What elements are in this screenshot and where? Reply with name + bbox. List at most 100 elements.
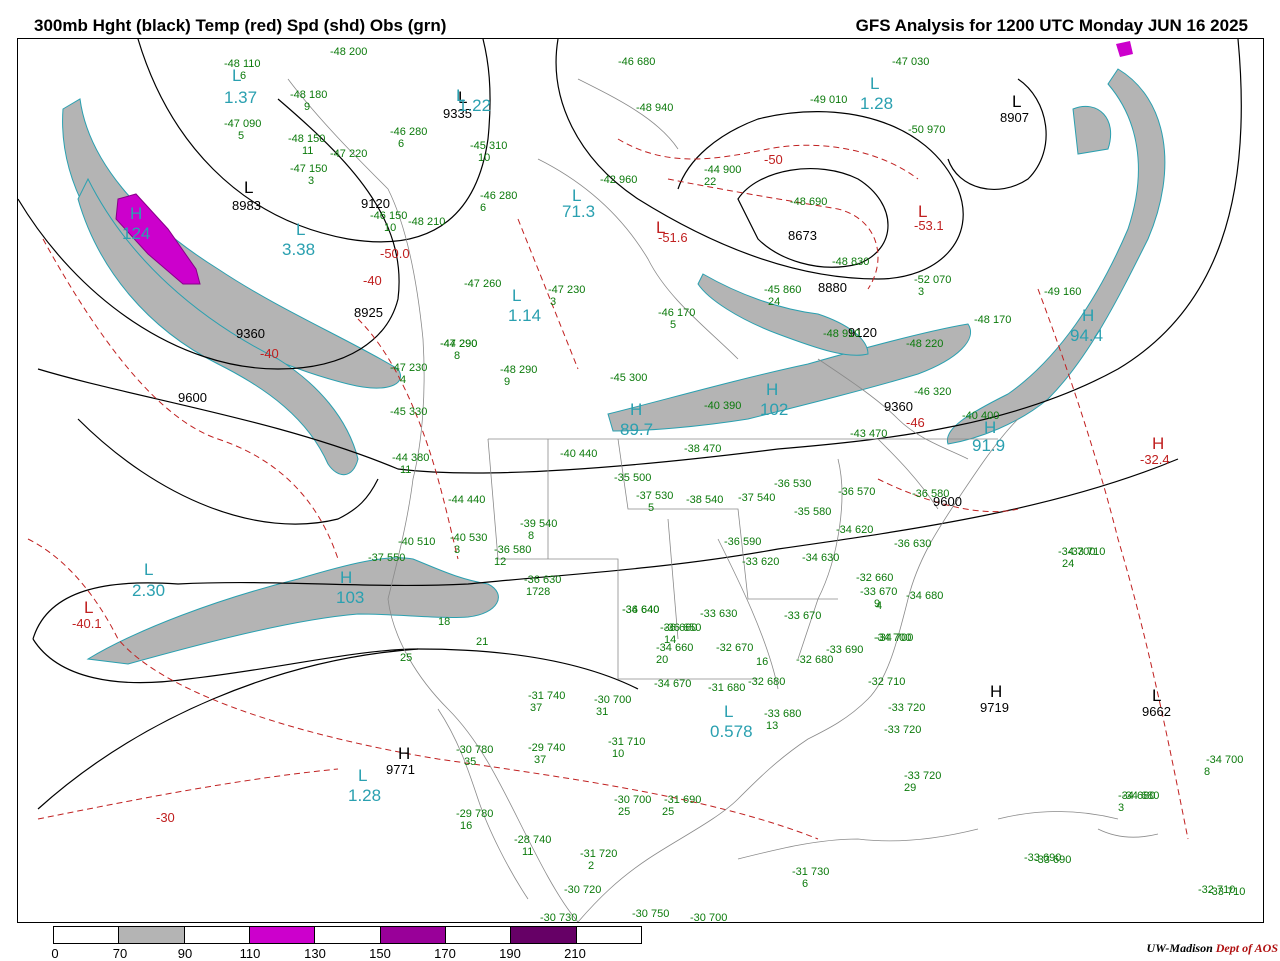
station-obs[interactable]: -30 720 — [564, 885, 601, 896]
station-obs[interactable]: -36 570 — [838, 487, 875, 498]
station-obs[interactable]: -34 630 — [802, 553, 839, 564]
station-obs[interactable]: -46 280 — [390, 127, 427, 138]
station-obs[interactable]: -34 670 — [654, 679, 691, 690]
station-obs[interactable]: -31 710 — [608, 737, 645, 748]
station-obs[interactable]: -33 720 — [884, 725, 921, 736]
station-obs[interactable]: -46 150 — [370, 211, 407, 222]
station-obs[interactable]: -36 630 — [524, 575, 561, 586]
station-obs[interactable]: -45 860 — [764, 285, 801, 296]
station-obs[interactable]: -32 680 — [796, 655, 833, 666]
station-obs[interactable]: -38 470 — [684, 444, 721, 455]
station-obs[interactable]: -43 470 — [850, 429, 887, 440]
station-obs[interactable]: -33 720 — [904, 771, 941, 782]
station-obs[interactable]: -35 580 — [794, 507, 831, 518]
station-obs[interactable]: -30 700 — [614, 795, 651, 806]
station-obs[interactable]: -44 380 — [392, 453, 429, 464]
station-obs[interactable]: -36 590 — [724, 537, 761, 548]
station-obs[interactable]: -31 740 — [528, 691, 565, 702]
station-obs[interactable]: -33 670 — [860, 587, 897, 598]
station-obs[interactable]: -34 700 — [1058, 547, 1095, 558]
station-obs[interactable]: -29 740 — [528, 743, 565, 754]
station-obs[interactable]: -49 010 — [810, 95, 847, 106]
station-obs[interactable]: -33 620 — [742, 557, 779, 568]
station-obs[interactable]: -48 210 — [408, 217, 445, 228]
station-obs[interactable]: -47 030 — [892, 57, 929, 68]
station-obs[interactable]: -32 670 — [716, 643, 753, 654]
station-obs[interactable]: -45 300 — [610, 373, 647, 384]
station-obs[interactable]: -48 220 — [906, 339, 943, 350]
station-obs[interactable]: -48 830 — [832, 257, 869, 268]
station-obs[interactable]: -36 630 — [894, 539, 931, 550]
station-obs[interactable]: -28 740 — [514, 835, 551, 846]
station-obs[interactable]: -47 220 — [330, 149, 367, 160]
station-obs[interactable]: -40 440 — [560, 449, 597, 460]
station-obs[interactable]: -48 690 — [790, 197, 827, 208]
station-obs[interactable]: -33 720 — [888, 703, 925, 714]
station-obs[interactable]: -31 680 — [708, 683, 745, 694]
station-obs[interactable]: -34 640 — [622, 605, 659, 616]
station-obs[interactable]: -48 170 — [974, 315, 1011, 326]
station-obs[interactable]: -34 700 — [874, 633, 911, 644]
station-obs[interactable]: -48 150 — [288, 134, 325, 145]
station-obs[interactable]: -33 680 — [764, 709, 801, 720]
station-obs[interactable]: -40 530 — [450, 533, 487, 544]
station-obs[interactable]: -47 090 — [224, 119, 261, 130]
station-obs[interactable]: -36 530 — [774, 479, 811, 490]
station-obs[interactable]: -34 700 — [1206, 755, 1243, 766]
station-obs[interactable]: -30 750 — [632, 909, 669, 920]
station-obs[interactable]: -48 180 — [290, 90, 327, 101]
station-obs[interactable]: -48 110 — [224, 59, 261, 70]
station-obs[interactable]: -38 540 — [686, 495, 723, 506]
station-obs[interactable]: -34 680 — [1118, 791, 1155, 802]
station-obs[interactable]: -30 700 — [594, 695, 631, 706]
station-obs[interactable]: -37 540 — [738, 493, 775, 504]
station-obs[interactable]: -30 700 — [690, 913, 727, 923]
station-obs[interactable]: -34 680 — [906, 591, 943, 602]
station-obs[interactable]: -46 170 — [658, 308, 695, 319]
station-obs[interactable]: -30 780 — [456, 745, 493, 756]
station-obs[interactable]: -36 660 — [660, 623, 697, 634]
station-obs[interactable]: -52 070 — [914, 275, 951, 286]
station-obs[interactable]: -42 960 — [600, 175, 637, 186]
station-obs[interactable]: -36 580 — [912, 489, 949, 500]
station-obs[interactable]: -48 940 — [636, 103, 673, 114]
station-obs[interactable]: -48 200 — [330, 47, 367, 58]
station-obs[interactable]: -46 280 — [480, 191, 517, 202]
station-obs[interactable]: -31 690 — [664, 795, 701, 806]
station-obs[interactable]: -37 550 — [368, 553, 405, 564]
station-obs[interactable]: -44 290 — [440, 339, 477, 350]
station-obs[interactable]: -45 330 — [390, 407, 427, 418]
station-obs[interactable]: -40 510 — [398, 537, 435, 548]
station-obs[interactable]: -40 400 — [962, 411, 999, 422]
station-obs[interactable]: -35 500 — [614, 473, 651, 484]
station-obs[interactable]: -47 230 — [548, 285, 585, 296]
station-obs[interactable]: -47 260 — [464, 279, 501, 290]
station-obs[interactable]: -48 910 — [823, 329, 860, 340]
station-obs[interactable]: -36 580 — [494, 545, 531, 556]
station-obs[interactable]: -50 970 — [908, 125, 945, 136]
station-obs[interactable]: -44 440 — [448, 495, 485, 506]
station-obs[interactable]: -30 730 — [540, 913, 577, 923]
station-obs[interactable]: -32 710 — [868, 677, 905, 688]
station-obs[interactable]: -45 310 — [470, 141, 507, 152]
station-obs[interactable]: -33 690 — [826, 645, 863, 656]
station-obs[interactable]: -31 720 — [580, 849, 617, 860]
station-obs[interactable]: -44 900 — [704, 165, 741, 176]
station-obs[interactable]: -33 670 — [784, 611, 821, 622]
station-obs[interactable]: -46 680 — [618, 57, 655, 68]
station-obs[interactable]: -33 630 — [700, 609, 737, 620]
station-obs[interactable]: -32 680 — [748, 677, 785, 688]
station-obs[interactable]: -31 730 — [792, 867, 829, 878]
station-obs[interactable]: -46 320 — [914, 387, 951, 398]
station-obs[interactable]: -29 780 — [456, 809, 493, 820]
station-obs[interactable]: -49 160 — [1044, 287, 1081, 298]
station-obs[interactable]: -47 230 — [390, 363, 427, 374]
station-obs[interactable]: -34 620 — [836, 525, 873, 536]
station-obs[interactable]: -33 710 — [1208, 887, 1245, 898]
station-obs[interactable]: -33 690 — [1034, 855, 1071, 866]
station-obs[interactable]: -47 150 — [290, 164, 327, 175]
station-obs[interactable]: -37 530 — [636, 491, 673, 502]
station-obs[interactable]: -39 540 — [520, 519, 557, 530]
weather-map[interactable]: L 8983 L 8907 8673 8925 L 9335 H 9771 H … — [17, 38, 1264, 923]
station-obs[interactable]: -48 290 — [500, 365, 537, 376]
